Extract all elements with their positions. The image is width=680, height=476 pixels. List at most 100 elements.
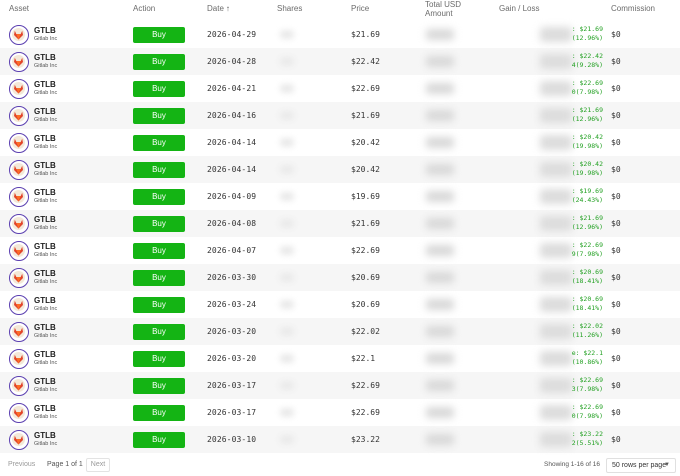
table-row: GTLB Gitlab Inc Buy 2026-04-14 $20.42 : …: [0, 156, 680, 183]
gain-loss-percent: (19.98%): [571, 142, 603, 150]
column-header-commission[interactable]: Commission: [611, 4, 655, 13]
trade-date: 2026-04-29: [207, 30, 257, 39]
table-row: GTLB Gitlab Inc Buy 2026-04-21 $22.69 : …: [0, 75, 680, 102]
gain-value-redacted: [540, 216, 572, 231]
shares-value-redacted: [280, 354, 294, 363]
column-header-gain-loss[interactable]: Gain / Loss: [499, 4, 539, 13]
trade-date: 2026-04-08: [207, 219, 257, 228]
trade-price: $21.69: [351, 219, 380, 228]
gain-loss-percent: (18.41%): [571, 304, 603, 312]
gain-value-redacted: [540, 135, 572, 150]
column-header-total-usd[interactable]: Total USD Amount: [425, 0, 461, 18]
gain-loss-value: : $22.69 9(7.98%): [571, 241, 603, 261]
commission-value: $0: [611, 354, 621, 363]
page-info: Page 1 of 1: [47, 461, 83, 468]
trade-date: 2026-04-09: [207, 192, 257, 201]
gain-value-redacted: [540, 189, 572, 204]
gain-loss-percent: 0(7.98%): [571, 88, 603, 96]
buy-button[interactable]: Buy: [133, 189, 185, 205]
table-row: GTLB Gitlab Inc Buy 2026-03-17 $22.69 : …: [0, 372, 680, 399]
buy-button[interactable]: Buy: [133, 243, 185, 259]
buy-button[interactable]: Buy: [133, 54, 185, 70]
buy-button[interactable]: Buy: [133, 135, 185, 151]
trade-date: 2026-03-10: [207, 435, 257, 444]
buy-button[interactable]: Buy: [133, 432, 185, 448]
gitlab-logo-icon: [9, 214, 29, 234]
gain-loss-amount: : $20.42: [571, 133, 603, 141]
shares-value-redacted: [280, 327, 294, 336]
column-header-action[interactable]: Action: [133, 4, 155, 13]
shares-value-redacted: [280, 246, 294, 255]
trade-price: $21.69: [351, 30, 380, 39]
buy-button[interactable]: Buy: [133, 270, 185, 286]
buy-button[interactable]: Buy: [133, 216, 185, 232]
commission-value: $0: [611, 138, 621, 147]
asset-ticker: GTLB: [34, 188, 56, 197]
buy-button[interactable]: Buy: [133, 324, 185, 340]
total-usd-value-redacted: [426, 353, 454, 364]
trade-date: 2026-04-14: [207, 138, 257, 147]
gain-value-redacted: [540, 243, 572, 258]
shares-value-redacted: [280, 300, 294, 309]
shares-value-redacted: [280, 84, 294, 93]
table-row: GTLB Gitlab Inc Buy 2026-03-30 $20.69 : …: [0, 264, 680, 291]
total-usd-value-redacted: [426, 191, 454, 202]
gain-loss-percent: (10.86%): [571, 358, 603, 366]
total-usd-value-redacted: [426, 326, 454, 337]
commission-value: $0: [611, 84, 621, 93]
column-header-date[interactable]: Date ↑: [207, 4, 230, 13]
asset-ticker: GTLB: [34, 404, 56, 413]
buy-button[interactable]: Buy: [133, 108, 185, 124]
gitlab-logo-icon: [9, 295, 29, 315]
buy-button[interactable]: Buy: [133, 81, 185, 97]
gain-value-redacted: [540, 270, 572, 285]
column-header-total-usd-line1: Total USD: [425, 0, 462, 9]
buy-button[interactable]: Buy: [133, 405, 185, 421]
gain-loss-value: : $22.69 0(7.98%): [571, 79, 603, 99]
gain-loss-amount: : $22.69: [571, 241, 603, 249]
next-page-button[interactable]: Next: [86, 458, 110, 472]
rows-per-page-select[interactable]: 50 rows per page ▼: [606, 458, 676, 473]
gain-value-redacted: [540, 54, 572, 69]
gitlab-logo-icon: [9, 349, 29, 369]
gain-loss-percent: (19.98%): [571, 169, 603, 177]
asset-company-name: Gitlab Inc: [34, 333, 58, 339]
asset-company-name: Gitlab Inc: [34, 414, 58, 420]
column-header-asset[interactable]: Asset: [9, 4, 29, 13]
trade-date: 2026-04-16: [207, 111, 257, 120]
table-header: Asset Action Date ↑ Shares Price Total US…: [0, 0, 680, 21]
gain-value-redacted: [540, 297, 572, 312]
gain-value-redacted: [540, 81, 572, 96]
column-header-price[interactable]: Price: [351, 4, 369, 13]
asset-ticker: GTLB: [34, 296, 56, 305]
commission-value: $0: [611, 219, 621, 228]
column-header-date-label: Date: [207, 4, 224, 13]
previous-page-button[interactable]: Previous: [8, 461, 35, 468]
table-row: GTLB Gitlab Inc Buy 2026-04-08 $21.69 : …: [0, 210, 680, 237]
table-row: GTLB Gitlab Inc Buy 2026-04-16 $21.69 : …: [0, 102, 680, 129]
buy-button[interactable]: Buy: [133, 297, 185, 313]
shares-value-redacted: [280, 57, 294, 66]
gain-loss-value: : $22.42 4(9.28%): [571, 52, 603, 72]
gitlab-logo-icon: [9, 322, 29, 342]
buy-button[interactable]: Buy: [133, 378, 185, 394]
buy-button[interactable]: Buy: [133, 351, 185, 367]
gain-loss-value: : $22.69 0(7.98%): [571, 403, 603, 423]
gain-value-redacted: [540, 378, 572, 393]
table-row: GTLB Gitlab Inc Buy 2026-03-10 $23.22 : …: [0, 426, 680, 453]
gain-loss-amount: : $20.42: [571, 160, 603, 168]
gain-loss-amount: e: $22.1: [571, 349, 603, 357]
gain-value-redacted: [540, 432, 572, 447]
asset-company-name: Gitlab Inc: [34, 252, 58, 258]
total-usd-value-redacted: [426, 110, 454, 121]
column-header-shares[interactable]: Shares: [277, 4, 302, 13]
commission-value: $0: [611, 381, 621, 390]
buy-button[interactable]: Buy: [133, 162, 185, 178]
pagination-bar: Previous Page 1 of 1 Next Showing 1-16 o…: [0, 455, 680, 476]
shares-value-redacted: [280, 273, 294, 282]
commission-value: $0: [611, 192, 621, 201]
gitlab-logo-icon: [9, 241, 29, 261]
gain-loss-amount: : $21.69: [571, 106, 603, 114]
gain-loss-amount: : $22.69: [571, 376, 603, 384]
buy-button[interactable]: Buy: [133, 27, 185, 43]
